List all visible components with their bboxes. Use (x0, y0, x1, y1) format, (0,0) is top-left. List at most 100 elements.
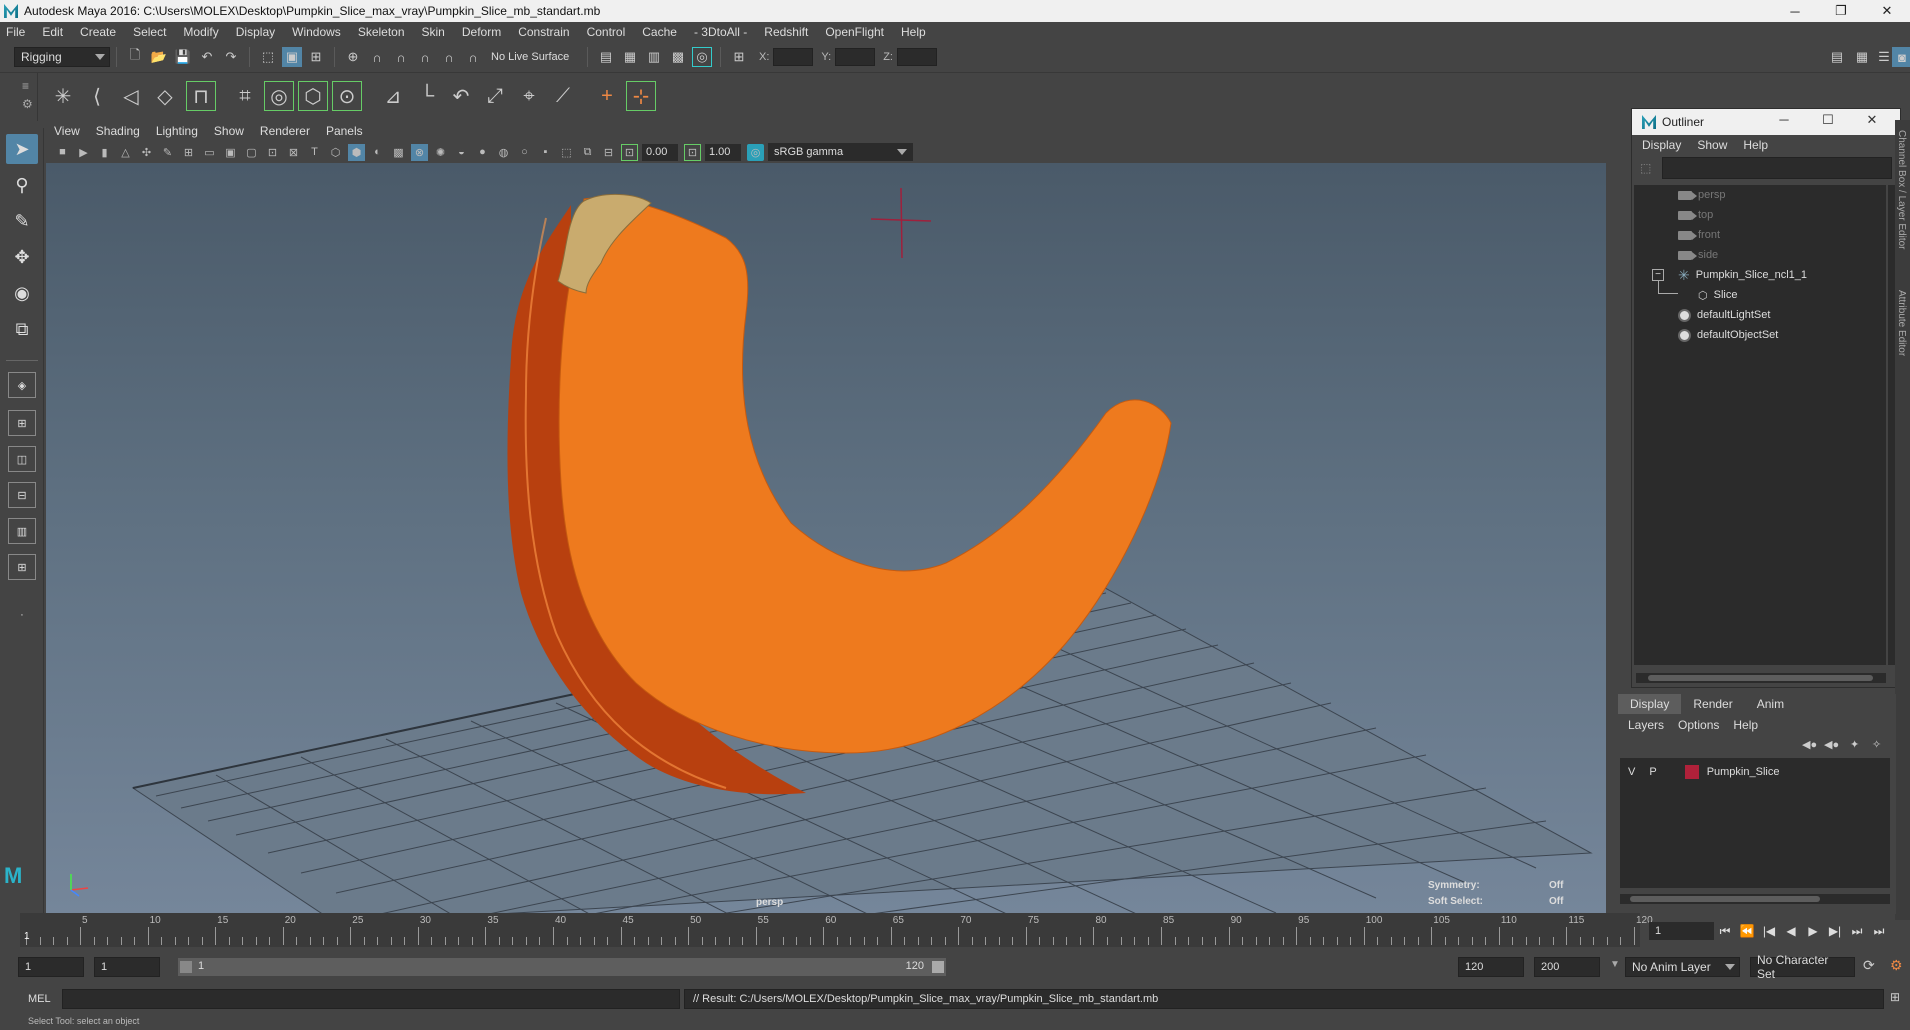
bookmark-icon[interactable]: ▮ (96, 144, 113, 161)
current-frame-input[interactable]: 1 (1649, 922, 1714, 940)
wireframe-icon[interactable]: ⬡ (327, 144, 344, 161)
select-component-icon[interactable]: ⊞ (306, 47, 326, 67)
animation-preferences-icon[interactable]: ⚙ (1890, 957, 1903, 974)
outliner-menu-display[interactable]: Display (1642, 138, 1681, 152)
gate-mask-icon[interactable]: ▢ (243, 144, 260, 161)
menu-deform[interactable]: Deform (462, 25, 501, 39)
outliner-persp-layout-icon[interactable]: ▥ (8, 518, 36, 544)
joint-tool-icon[interactable]: ✳ (48, 81, 78, 111)
menu-control[interactable]: Control (587, 25, 626, 39)
scrollbar-thumb[interactable] (1648, 675, 1873, 681)
outliner-search-input[interactable] (1662, 157, 1892, 179)
two-pane-stacked-layout-icon[interactable]: ⊟ (8, 482, 36, 508)
layer-tab-display[interactable]: Display (1618, 694, 1682, 714)
channel-box-tab[interactable]: Channel Box / Layer Editor (1896, 130, 1907, 250)
minimize-button[interactable]: ─ (1772, 0, 1818, 22)
viewport-menu-panels[interactable]: Panels (326, 124, 363, 138)
four-pane-layout-icon[interactable]: ⊞ (8, 410, 36, 436)
resolution-gate-icon[interactable]: ▣ (222, 144, 239, 161)
soft-mod-icon[interactable]: ⊙ (332, 81, 362, 111)
render-view-icon[interactable]: ▤ (596, 47, 616, 67)
play-backwards-button[interactable]: ◀ (1780, 924, 1802, 938)
exposure-input[interactable]: 0.00 (642, 143, 678, 161)
ipr-render-icon[interactable]: ▥ (644, 47, 664, 67)
menu-cache[interactable]: Cache (642, 25, 677, 39)
close-button[interactable]: ✕ (1864, 0, 1910, 22)
outliner-item-pumpkin-group[interactable]: ✳ Pumpkin_Slice_ncl1_1 (1678, 265, 1807, 285)
range-end-handle[interactable] (932, 961, 944, 973)
animation-end-input[interactable]: 200 (1534, 957, 1600, 977)
layer-tab-render[interactable]: Render (1681, 694, 1744, 714)
pole-vector-icon[interactable]: ⟋ (548, 81, 578, 111)
outliner-item-slice[interactable]: ⬡ Slice (1698, 285, 1737, 305)
menu-edit[interactable]: Edit (42, 25, 63, 39)
outliner-item-front[interactable]: front (1678, 225, 1720, 245)
multisample-aa-icon[interactable]: ◍ (495, 144, 512, 161)
current-time-indicator[interactable]: 1 (24, 931, 30, 942)
viewport-menu-renderer[interactable]: Renderer (260, 124, 310, 138)
scrollbar-thumb[interactable] (1630, 896, 1820, 902)
redo-icon[interactable]: ↷ (221, 47, 241, 67)
lattice-icon[interactable]: ⌗ (230, 81, 260, 111)
live-surface-label[interactable]: No Live Surface (491, 51, 581, 63)
snap-view-plane-icon[interactable]: ∩ (415, 47, 435, 67)
paint-select-tool-icon[interactable]: ✎ (6, 206, 38, 236)
play-forwards-button[interactable]: ▶ (1802, 924, 1824, 938)
animation-start-input[interactable]: 1 (18, 957, 84, 977)
range-start-handle[interactable] (180, 961, 192, 973)
move-layer-down-icon[interactable]: ◀● (1824, 738, 1839, 751)
viewport-menu-show[interactable]: Show (214, 124, 244, 138)
menu-skeleton[interactable]: Skeleton (358, 25, 405, 39)
collapse-toggle-icon[interactable]: − (1652, 269, 1664, 281)
film-gate-icon[interactable]: ▭ (201, 144, 218, 161)
command-input[interactable] (62, 989, 680, 1009)
move-tool-icon[interactable]: ✥ (6, 242, 38, 272)
snap-point-icon[interactable]: ∩ (391, 47, 411, 67)
isolate-select-icon[interactable]: ▪ (537, 144, 554, 161)
outliner-horizontal-scrollbar[interactable] (1636, 673, 1886, 683)
render-frame-icon[interactable]: ▦ (620, 47, 640, 67)
go-to-end-button[interactable]: ⏭ (1868, 924, 1890, 939)
bind-skin-icon[interactable]: ⊓ (186, 81, 216, 111)
viewport-menu-view[interactable]: View (54, 124, 80, 138)
snap-live-icon[interactable]: ∩ (439, 47, 459, 67)
outliner-item-side[interactable]: side (1678, 245, 1718, 265)
playback-end-input[interactable]: 120 (1458, 957, 1524, 977)
attribute-editor-toggle-icon[interactable]: ☰ (1874, 47, 1894, 67)
orient-constraint-icon[interactable]: ↶ (446, 81, 476, 111)
exposure-icon[interactable]: ⊡ (621, 143, 638, 161)
outliner-close-button[interactable]: ✕ (1850, 112, 1894, 128)
outliner-minimize-button[interactable]: ─ (1762, 112, 1806, 128)
image-plane-icon[interactable]: △ (117, 144, 134, 161)
point-constraint-icon[interactable]: └ (412, 81, 442, 111)
new-scene-icon[interactable]: 🗋 (125, 47, 145, 67)
shadows-icon[interactable]: ✺ (432, 144, 449, 161)
color-management-icon[interactable]: ◎ (747, 143, 764, 161)
screen-space-ao-icon[interactable]: ◒ (453, 144, 470, 161)
outliner-menu-show[interactable]: Show (1697, 138, 1727, 152)
depth-of-field-icon[interactable]: ○ (516, 144, 533, 161)
step-forward-frame-button[interactable]: ▶| (1824, 924, 1846, 938)
two-d-pan-icon[interactable]: ✣ (138, 144, 155, 161)
single-pane-layout-icon[interactable]: ◈ (8, 372, 36, 398)
character-set-dropdown[interactable]: No Character Set (1750, 953, 1855, 981)
layer-playback-toggle[interactable]: P (1649, 766, 1656, 778)
snap-curve-icon[interactable]: ∩ (367, 47, 387, 67)
go-to-start-button[interactable]: ⏮ (1714, 924, 1736, 939)
time-slider[interactable]: 5 10 15 20 25 30 35 40 45 50 55 60 65 70 75 80 85 90 95 100… (20, 913, 1653, 947)
select-tool-icon[interactable]: ➤ (6, 134, 38, 164)
select-hierarchy-icon[interactable]: ⬚ (258, 47, 278, 67)
safe-title-icon[interactable]: T (306, 144, 323, 161)
view-transform-dropdown[interactable]: sRGB gamma (768, 143, 913, 161)
select-object-icon[interactable]: ▣ (282, 47, 302, 67)
z-input[interactable] (896, 48, 937, 66)
create-layer-from-selected-icon[interactable]: ✧ (1872, 738, 1881, 751)
outliner-filter-icon[interactable]: ⬚ (1640, 161, 1651, 175)
select-camera-icon[interactable]: ■ (54, 144, 71, 161)
scale-constraint-icon[interactable]: ⤢ (480, 81, 510, 111)
camera-attributes-icon[interactable]: ▶ (75, 144, 92, 161)
gamma-input[interactable]: 1.00 (705, 143, 741, 161)
create-empty-layer-icon[interactable]: ✦ (1850, 738, 1859, 751)
layer-row-pumpkin-slice[interactable]: V P Pumpkin_Slice (1620, 762, 1890, 782)
outliner-maximize-button[interactable]: ☐ (1806, 112, 1850, 128)
